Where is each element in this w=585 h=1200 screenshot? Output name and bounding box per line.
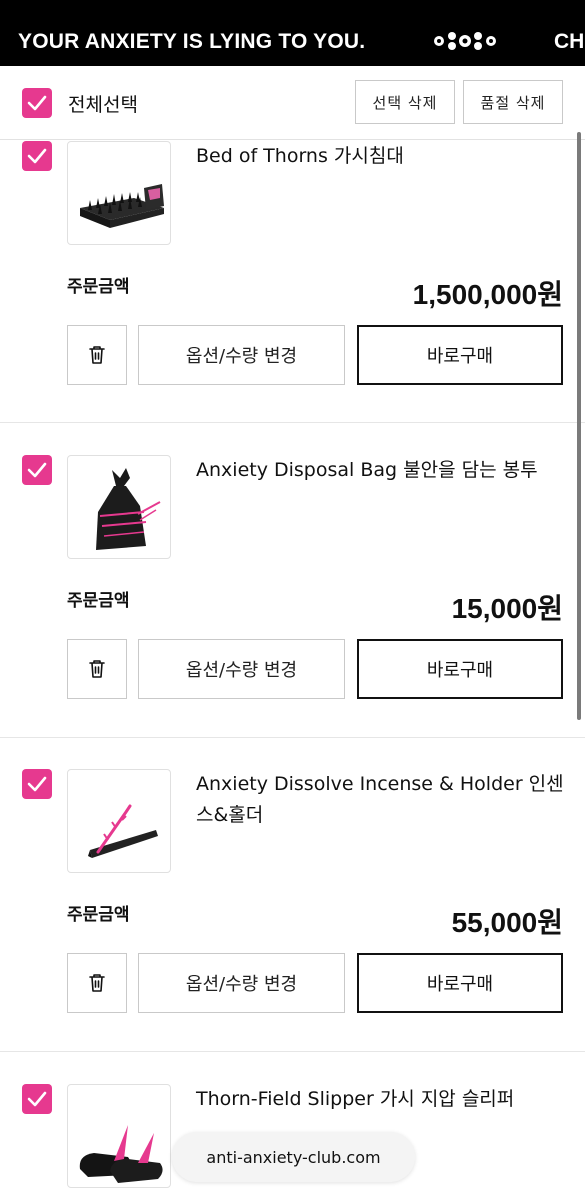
thorn-slipper-image: [79, 1125, 163, 1183]
delete-item-button[interactable]: [67, 953, 127, 1013]
check-icon: [27, 1091, 47, 1107]
trash-icon: [89, 346, 105, 364]
delete-soldout-button[interactable]: 품절 삭제: [463, 80, 563, 124]
buy-now-button[interactable]: 바로구매: [357, 953, 563, 1013]
check-icon: [27, 148, 47, 164]
item-checkbox[interactable]: [22, 1084, 52, 1114]
product-name[interactable]: Thorn-Field Slipper 가시 지압 슬리퍼: [196, 1084, 566, 1115]
buy-now-button[interactable]: 바로구매: [357, 639, 563, 699]
banner-text: YOUR ANXIETY IS LYING TO YOU.: [18, 30, 366, 53]
divider: [0, 1051, 585, 1052]
order-amount-label: 주문금액: [67, 277, 130, 297]
trash-icon: [89, 660, 105, 678]
item-checkbox[interactable]: [22, 455, 52, 485]
product-name[interactable]: Anxiety Disposal Bag 불안을 담는 봉투: [196, 455, 566, 486]
top-banner: YOUR ANXIETY IS LYING TO YOU. CH: [0, 0, 585, 66]
banner-text-next: CH: [554, 30, 585, 53]
divider: [0, 737, 585, 738]
order-amount-value: 55,000원: [451, 907, 563, 938]
change-option-button[interactable]: 옵션/수량 변경: [138, 953, 345, 1013]
product-image[interactable]: [67, 455, 171, 559]
browser-url-bar[interactable]: anti-anxiety-club.com: [172, 1132, 415, 1182]
cart-item: Anxiety Dissolve Incense & Holder 인센스&홀더…: [0, 769, 585, 1050]
change-option-button[interactable]: 옵션/수량 변경: [138, 639, 345, 699]
check-icon: [27, 776, 47, 792]
buy-now-button[interactable]: 바로구매: [357, 325, 563, 385]
trash-icon: [89, 974, 105, 992]
cart-item: Anxiety Disposal Bag 불안을 담는 봉투 주문금액 15,0…: [0, 455, 585, 736]
order-amount-value: 1,500,000원: [412, 279, 563, 310]
scrollbar[interactable]: [577, 132, 581, 720]
product-image[interactable]: [67, 141, 171, 245]
product-image[interactable]: [67, 1084, 171, 1188]
item-checkbox[interactable]: [22, 769, 52, 799]
incense-holder-image: [88, 804, 158, 858]
cart-item: Bed of Thorns 가시침대 주문금액 1,500,000원 옵션/수량…: [0, 141, 585, 422]
club-logo-icon: [434, 32, 496, 50]
order-amount-value: 15,000원: [451, 593, 563, 624]
delete-selected-button[interactable]: 선택 삭제: [355, 80, 455, 124]
divider: [0, 422, 585, 423]
disposal-bag-image: [96, 468, 161, 550]
order-amount-label: 주문금액: [67, 591, 130, 611]
thorn-bed-image: [80, 184, 164, 228]
select-all-bar: 전체선택 선택 삭제 품절 삭제: [0, 66, 585, 140]
product-name[interactable]: Anxiety Dissolve Incense & Holder 인센스&홀더: [196, 769, 566, 831]
select-all-label: 전체선택: [68, 94, 138, 116]
product-name[interactable]: Bed of Thorns 가시침대: [196, 141, 566, 172]
select-all-checkbox[interactable]: [22, 88, 52, 118]
delete-item-button[interactable]: [67, 325, 127, 385]
check-icon: [27, 95, 47, 111]
change-option-button[interactable]: 옵션/수량 변경: [138, 325, 345, 385]
order-amount-label: 주문금액: [67, 905, 130, 925]
check-icon: [27, 462, 47, 478]
delete-item-button[interactable]: [67, 639, 127, 699]
product-image[interactable]: [67, 769, 171, 873]
item-checkbox[interactable]: [22, 141, 52, 171]
